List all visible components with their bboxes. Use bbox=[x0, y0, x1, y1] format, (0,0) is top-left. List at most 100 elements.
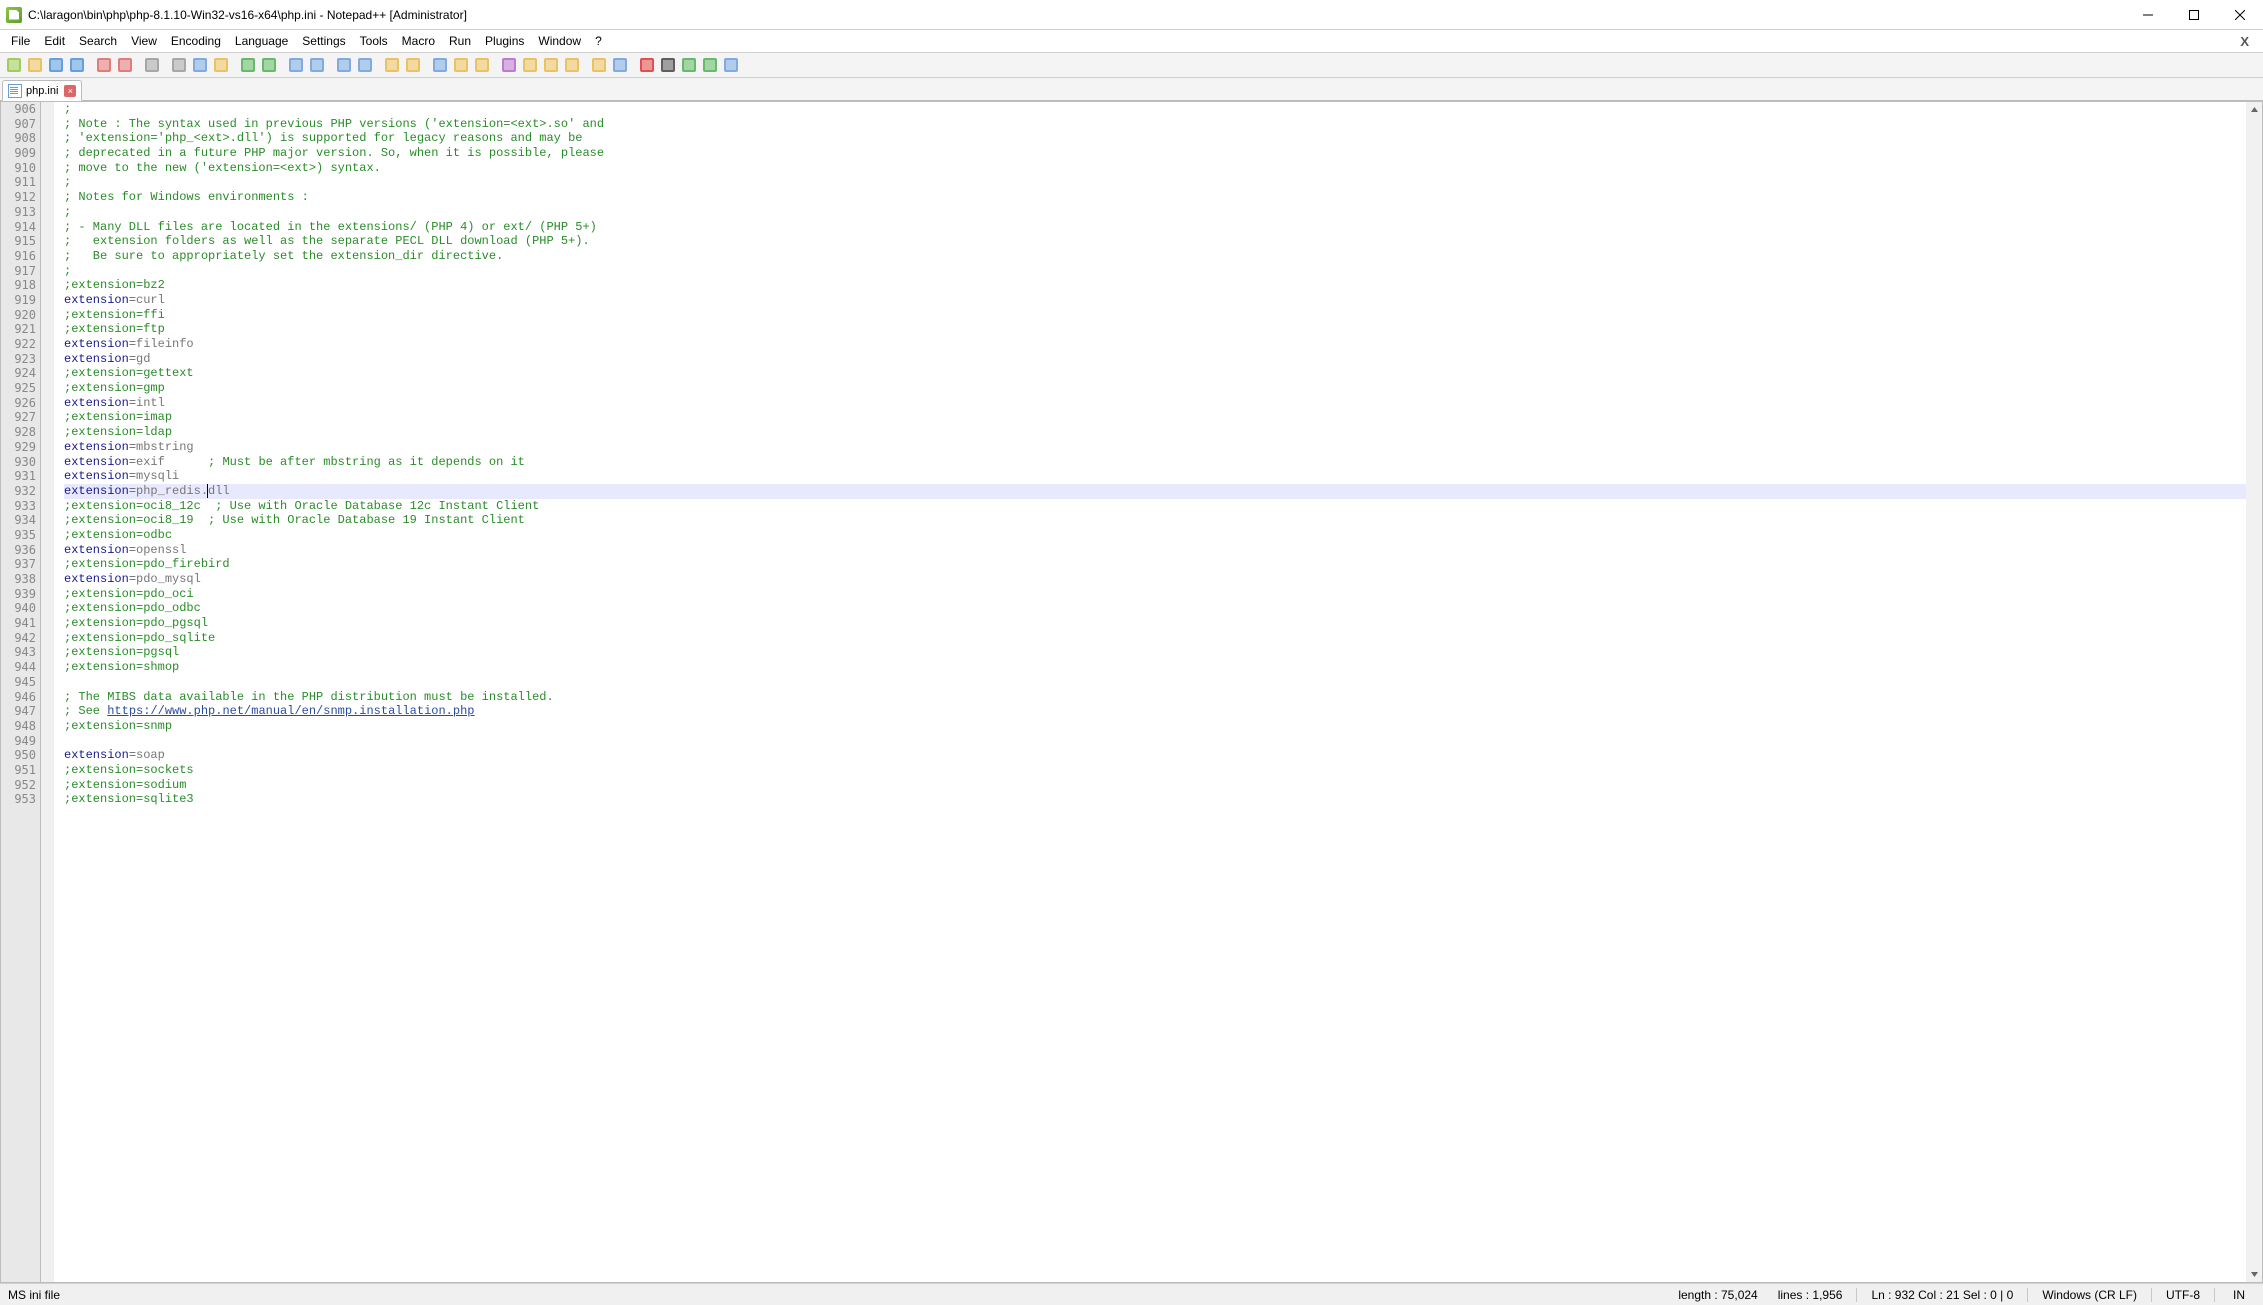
close-icon[interactable] bbox=[94, 55, 114, 75]
doc-list-icon[interactable] bbox=[541, 55, 561, 75]
code-line[interactable]: extension=soap bbox=[64, 748, 2246, 763]
code-line[interactable]: extension=intl bbox=[64, 396, 2246, 411]
code-line[interactable]: ;extension=bz2 bbox=[64, 278, 2246, 293]
menu-view[interactable]: View bbox=[124, 32, 164, 50]
code-line[interactable]: extension=curl bbox=[64, 293, 2246, 308]
code-line[interactable]: ; See https://www.php.net/manual/en/snmp… bbox=[64, 704, 2246, 719]
play-macro-multi-icon[interactable] bbox=[700, 55, 720, 75]
zoom-in-icon[interactable] bbox=[334, 55, 354, 75]
paste-icon[interactable] bbox=[211, 55, 231, 75]
redo-icon[interactable] bbox=[259, 55, 279, 75]
new-file-icon[interactable] bbox=[4, 55, 24, 75]
code-line[interactable]: ;extension=ldap bbox=[64, 425, 2246, 440]
scroll-down-button[interactable] bbox=[2246, 1266, 2263, 1283]
folder-workspace-icon[interactable] bbox=[589, 55, 609, 75]
code-line[interactable]: ;extension=ftp bbox=[64, 322, 2246, 337]
minimize-button[interactable] bbox=[2125, 0, 2171, 30]
func-list-icon[interactable] bbox=[562, 55, 582, 75]
sync-v-icon[interactable] bbox=[382, 55, 402, 75]
zoom-out-icon[interactable] bbox=[355, 55, 375, 75]
code-line[interactable]: ; bbox=[64, 264, 2246, 279]
replace-icon[interactable] bbox=[307, 55, 327, 75]
record-macro-icon[interactable] bbox=[637, 55, 657, 75]
find-icon[interactable] bbox=[286, 55, 306, 75]
code-line[interactable]: extension=php_redis.dll bbox=[64, 484, 2246, 499]
code-line[interactable]: ; The MIBS data available in the PHP dis… bbox=[64, 690, 2246, 705]
show-all-icon[interactable] bbox=[451, 55, 471, 75]
code-line[interactable]: ;extension=odbc bbox=[64, 528, 2246, 543]
monitor-icon[interactable] bbox=[610, 55, 630, 75]
code-line[interactable]: extension=mysqli bbox=[64, 469, 2246, 484]
code-line[interactable]: ; extension folders as well as the separ… bbox=[64, 234, 2246, 249]
menu-macro[interactable]: Macro bbox=[395, 32, 442, 50]
print-icon[interactable] bbox=[142, 55, 162, 75]
code-line[interactable]: ;extension=imap bbox=[64, 410, 2246, 425]
code-line[interactable]: extension=gd bbox=[64, 352, 2246, 367]
code-line[interactable]: ;extension=pdo_oci bbox=[64, 587, 2246, 602]
save-macro-icon[interactable] bbox=[721, 55, 741, 75]
code-line[interactable]: ;extension=gettext bbox=[64, 366, 2246, 381]
undo-icon[interactable] bbox=[238, 55, 258, 75]
code-line[interactable] bbox=[64, 675, 2246, 690]
code-area[interactable]: ; ; Note : The syntax used in previous PH… bbox=[54, 101, 2246, 1283]
tab-close-icon[interactable]: × bbox=[64, 85, 76, 97]
copy-icon[interactable] bbox=[190, 55, 210, 75]
code-line[interactable]: ; bbox=[64, 205, 2246, 220]
status-encoding[interactable]: UTF-8 bbox=[2156, 1288, 2210, 1302]
sync-h-icon[interactable] bbox=[403, 55, 423, 75]
menu-search[interactable]: Search bbox=[72, 32, 124, 50]
menu-file[interactable]: File bbox=[4, 32, 37, 50]
doc-map-icon[interactable] bbox=[520, 55, 540, 75]
maximize-button[interactable] bbox=[2171, 0, 2217, 30]
indent-guide-icon[interactable] bbox=[472, 55, 492, 75]
code-line[interactable]: ; deprecated in a future PHP major versi… bbox=[64, 146, 2246, 161]
code-line[interactable]: ; - Many DLL files are located in the ex… bbox=[64, 220, 2246, 235]
status-insert-mode[interactable]: IN bbox=[2219, 1288, 2259, 1302]
close-button[interactable] bbox=[2217, 0, 2263, 30]
save-all-icon[interactable] bbox=[67, 55, 87, 75]
menu-language[interactable]: Language bbox=[228, 32, 295, 50]
code-line[interactable]: ;extension=pdo_odbc bbox=[64, 601, 2246, 616]
code-line[interactable]: ;extension=pdo_pgsql bbox=[64, 616, 2246, 631]
menu-settings[interactable]: Settings bbox=[295, 32, 352, 50]
mdi-close-button[interactable]: X bbox=[2230, 34, 2259, 49]
status-eol[interactable]: Windows (CR LF) bbox=[2032, 1288, 2147, 1302]
code-line[interactable]: ; Be sure to appropriately set the exten… bbox=[64, 249, 2246, 264]
code-line[interactable] bbox=[64, 734, 2246, 749]
tab-php-ini[interactable]: php.ini × bbox=[2, 80, 82, 101]
code-line[interactable]: ; Notes for Windows environments : bbox=[64, 190, 2246, 205]
udlang-icon[interactable] bbox=[499, 55, 519, 75]
code-line[interactable]: ;extension=sockets bbox=[64, 763, 2246, 778]
menu-tools[interactable]: Tools bbox=[353, 32, 395, 50]
save-icon[interactable] bbox=[46, 55, 66, 75]
code-line[interactable]: extension=pdo_mysql bbox=[64, 572, 2246, 587]
menu-window[interactable]: Window bbox=[531, 32, 588, 50]
code-line[interactable]: ; bbox=[64, 175, 2246, 190]
menu-[interactable]: ? bbox=[588, 32, 609, 50]
code-line[interactable]: ;extension=pgsql bbox=[64, 645, 2246, 660]
code-line[interactable]: ;extension=oci8_19 ; Use with Oracle Dat… bbox=[64, 513, 2246, 528]
stop-macro-icon[interactable] bbox=[658, 55, 678, 75]
menu-encoding[interactable]: Encoding bbox=[164, 32, 228, 50]
code-line[interactable]: ;extension=pdo_sqlite bbox=[64, 631, 2246, 646]
code-line[interactable]: ;extension=ffi bbox=[64, 308, 2246, 323]
code-line[interactable]: ;extension=snmp bbox=[64, 719, 2246, 734]
word-wrap-icon[interactable] bbox=[430, 55, 450, 75]
code-line[interactable]: extension=exif ; Must be after mbstring … bbox=[64, 455, 2246, 470]
vertical-scrollbar[interactable] bbox=[2246, 101, 2263, 1283]
scroll-up-button[interactable] bbox=[2246, 101, 2263, 118]
menu-edit[interactable]: Edit bbox=[37, 32, 72, 50]
code-line[interactable]: ; Note : The syntax used in previous PHP… bbox=[64, 117, 2246, 132]
fold-margin[interactable] bbox=[40, 101, 54, 1283]
code-line[interactable]: ;extension=sqlite3 bbox=[64, 792, 2246, 807]
code-line[interactable]: ;extension=shmop bbox=[64, 660, 2246, 675]
code-line[interactable]: ;extension=oci8_12c ; Use with Oracle Da… bbox=[64, 499, 2246, 514]
menu-run[interactable]: Run bbox=[442, 32, 478, 50]
cut-icon[interactable] bbox=[169, 55, 189, 75]
code-line[interactable]: extension=openssl bbox=[64, 543, 2246, 558]
code-line[interactable]: ;extension=pdo_firebird bbox=[64, 557, 2246, 572]
code-line[interactable]: ; 'extension='php_<ext>.dll') is support… bbox=[64, 131, 2246, 146]
code-line[interactable]: extension=fileinfo bbox=[64, 337, 2246, 352]
open-file-icon[interactable] bbox=[25, 55, 45, 75]
code-line[interactable]: ;extension=gmp bbox=[64, 381, 2246, 396]
